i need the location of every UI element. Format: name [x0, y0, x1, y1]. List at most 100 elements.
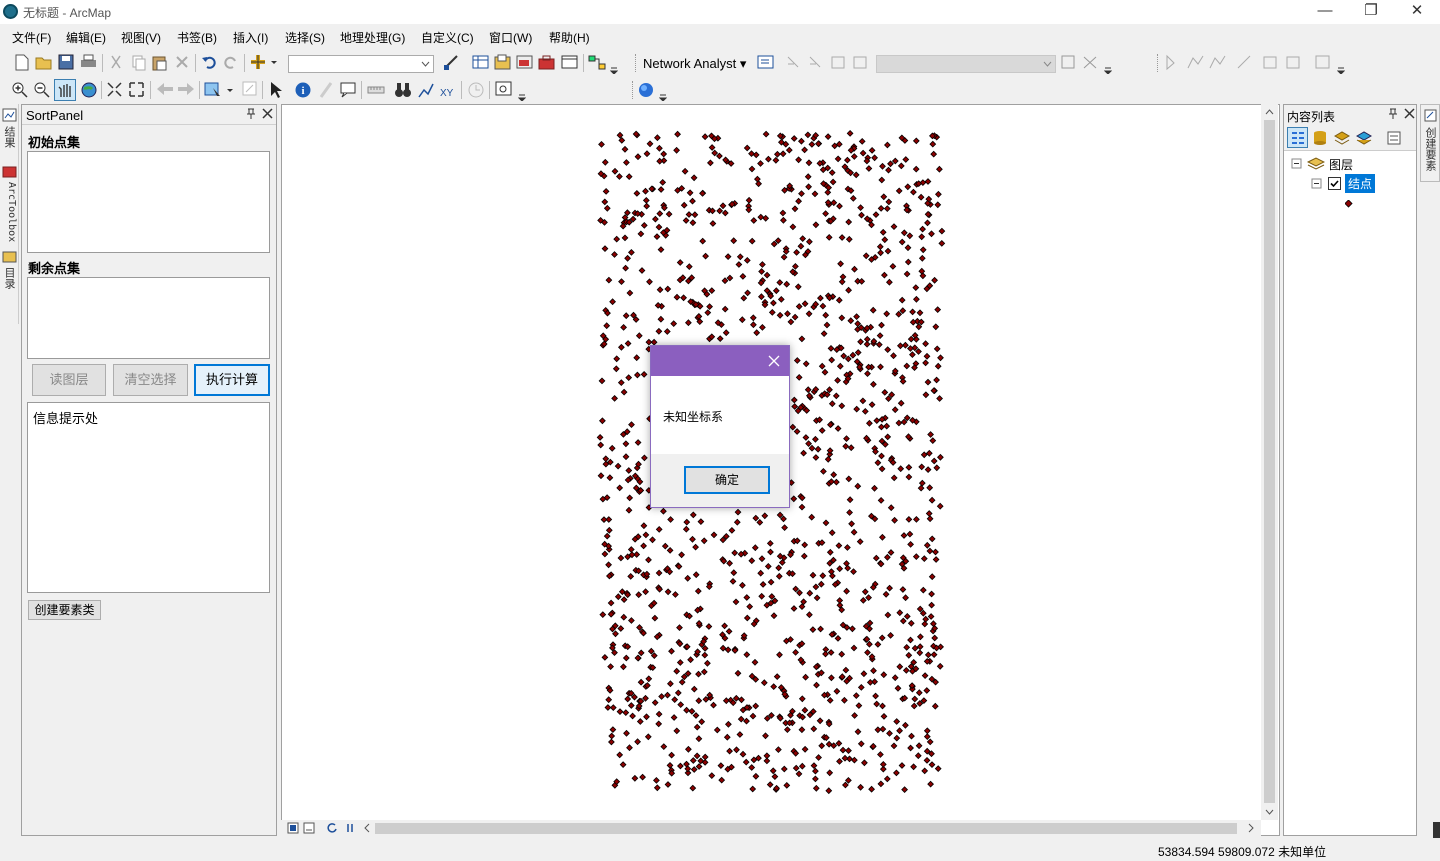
layer-visibility-checkbox[interactable]	[1328, 177, 1341, 190]
read-layer-button[interactable]: 读图层	[32, 364, 106, 396]
pin-icon[interactable]	[246, 108, 256, 120]
zoom-in-icon[interactable]	[11, 81, 29, 99]
toolbar-grip[interactable]	[1157, 54, 1160, 72]
info-message-box[interactable]: 信息提示处	[27, 402, 270, 593]
fixed-zoom-in-icon[interactable]	[106, 81, 123, 98]
network-analyst-layer-combo[interactable]	[876, 55, 1056, 73]
python-window-icon[interactable]	[561, 54, 578, 71]
table-window-icon[interactable]	[472, 54, 489, 71]
vertical-scrollbar[interactable]	[1261, 104, 1278, 820]
html-popup-icon[interactable]	[339, 81, 357, 99]
scroll-right-arrow-icon[interactable]	[1247, 823, 1255, 833]
catalog-window-icon[interactable]	[494, 54, 511, 71]
find-binoculars-icon[interactable]	[394, 81, 412, 99]
globe-blue-icon[interactable]	[637, 81, 655, 99]
resize-grip[interactable]	[1433, 822, 1440, 838]
collapse-layers-icon[interactable]	[1291, 158, 1302, 169]
list-by-source-icon[interactable]	[1312, 130, 1328, 146]
create-feature-class-button[interactable]: 创建要素类	[28, 600, 101, 620]
ok-button[interactable]: 确定	[684, 466, 770, 494]
close-button[interactable]: ✕	[1394, 0, 1440, 24]
identify-icon[interactable]: i	[294, 81, 312, 99]
copy-icon[interactable]	[131, 54, 147, 71]
menu-help[interactable]: 帮助(H)	[549, 29, 590, 46]
toolbar-options-icon[interactable]	[610, 58, 618, 74]
menu-edit[interactable]: 编辑(E)	[66, 29, 106, 46]
pin-icon[interactable]	[1388, 108, 1398, 120]
tab-arctoolbox[interactable]: ArcToolbox	[2, 182, 17, 242]
toolbar-options-icon[interactable]	[518, 85, 526, 101]
layer-name-node[interactable]: 结点	[1345, 174, 1376, 193]
horizontal-scroll-thumb[interactable]	[375, 823, 1237, 834]
menu-file[interactable]: 文件(F)	[12, 29, 51, 46]
scroll-up-arrow-icon[interactable]	[1265, 108, 1274, 116]
layout-view-icon[interactable]	[287, 822, 299, 834]
forward-arrow-icon[interactable]	[177, 82, 195, 96]
horizontal-scrollbar[interactable]	[281, 820, 1261, 836]
back-arrow-icon[interactable]	[156, 82, 174, 96]
scroll-down-arrow-icon[interactable]	[1265, 808, 1274, 816]
toc-options-icon[interactable]	[1386, 130, 1402, 146]
select-elements-arrow-icon[interactable]	[268, 81, 284, 99]
toolbar-options-icon[interactable]	[659, 85, 667, 101]
add-data-icon[interactable]	[250, 54, 278, 71]
go-to-xy-icon[interactable]: XY	[439, 81, 457, 99]
tab-results[interactable]: 结果	[2, 126, 17, 148]
remaining-points-list[interactable]	[27, 277, 270, 359]
search-window-icon[interactable]	[516, 54, 533, 71]
fixed-zoom-out-icon[interactable]	[128, 81, 145, 98]
list-by-selection-icon[interactable]	[1356, 130, 1372, 146]
clear-selection-icon[interactable]	[242, 81, 258, 97]
full-extent-globe-icon[interactable]	[80, 81, 98, 99]
tab-create-features[interactable]: 创建要素	[1423, 127, 1438, 171]
menu-bookmarks[interactable]: 书签(B)	[177, 29, 217, 46]
clear-selection-button[interactable]: 清空选择	[113, 364, 188, 396]
vertical-scroll-thumb[interactable]	[1264, 120, 1275, 803]
scroll-left-arrow-icon[interactable]	[363, 823, 371, 833]
initial-points-list[interactable]	[27, 151, 270, 253]
find-route-icon[interactable]	[417, 81, 435, 99]
new-document-icon[interactable]	[14, 54, 30, 71]
select-features-icon[interactable]	[204, 81, 234, 99]
time-slider-icon[interactable]	[467, 81, 485, 99]
menu-insert[interactable]: 插入(I)	[233, 29, 268, 46]
collapse-layer-icon[interactable]	[1311, 178, 1322, 189]
undo-icon[interactable]	[201, 54, 217, 71]
menu-customize[interactable]: 自定义(C)	[421, 29, 474, 46]
menu-selection[interactable]: 选择(S)	[285, 29, 325, 46]
execute-calculation-button[interactable]: 执行计算	[194, 364, 270, 396]
list-by-visibility-icon[interactable]	[1334, 130, 1350, 146]
restore-button[interactable]: ❐	[1348, 0, 1394, 24]
save-icon[interactable]	[58, 54, 74, 71]
pause-drawing-icon[interactable]	[344, 822, 356, 834]
measure-icon[interactable]	[367, 81, 385, 99]
toolbar-grip[interactable]	[635, 54, 638, 72]
menu-windows[interactable]: 窗口(W)	[489, 29, 532, 46]
dialog-close-icon[interactable]	[768, 355, 780, 367]
layers-group-label[interactable]: 图层	[1329, 156, 1353, 173]
list-by-drawing-order-button[interactable]	[1287, 127, 1308, 148]
network-analyst-window-icon[interactable]	[757, 54, 775, 71]
data-view-icon[interactable]	[303, 822, 315, 834]
toolbar-options-icon[interactable]	[1337, 58, 1345, 74]
create-viewer-window-icon[interactable]	[495, 81, 513, 99]
refresh-icon[interactable]	[326, 822, 338, 834]
delete-icon[interactable]	[175, 55, 189, 69]
toolbar-grip[interactable]	[632, 81, 635, 99]
tab-catalog[interactable]: 目录	[2, 267, 17, 289]
minimize-button[interactable]: —	[1302, 0, 1348, 24]
arctoolbox-icon[interactable]	[538, 54, 555, 71]
network-analyst-menu[interactable]: Network Analyst ▾	[643, 56, 746, 72]
hyperlink-icon[interactable]	[317, 81, 335, 99]
menu-geoprocessing[interactable]: 地理处理(G)	[340, 29, 405, 46]
model-builder-icon[interactable]	[588, 54, 606, 71]
paste-icon[interactable]	[151, 54, 168, 71]
close-icon[interactable]	[262, 108, 273, 119]
zoom-out-icon[interactable]	[33, 81, 51, 99]
pan-tool-button[interactable]	[54, 79, 76, 101]
editor-toolbar-icon[interactable]	[443, 54, 461, 71]
menu-view[interactable]: 视图(V)	[121, 29, 161, 46]
print-icon[interactable]	[80, 54, 97, 71]
open-folder-icon[interactable]	[35, 54, 53, 71]
cut-icon[interactable]	[108, 54, 124, 71]
